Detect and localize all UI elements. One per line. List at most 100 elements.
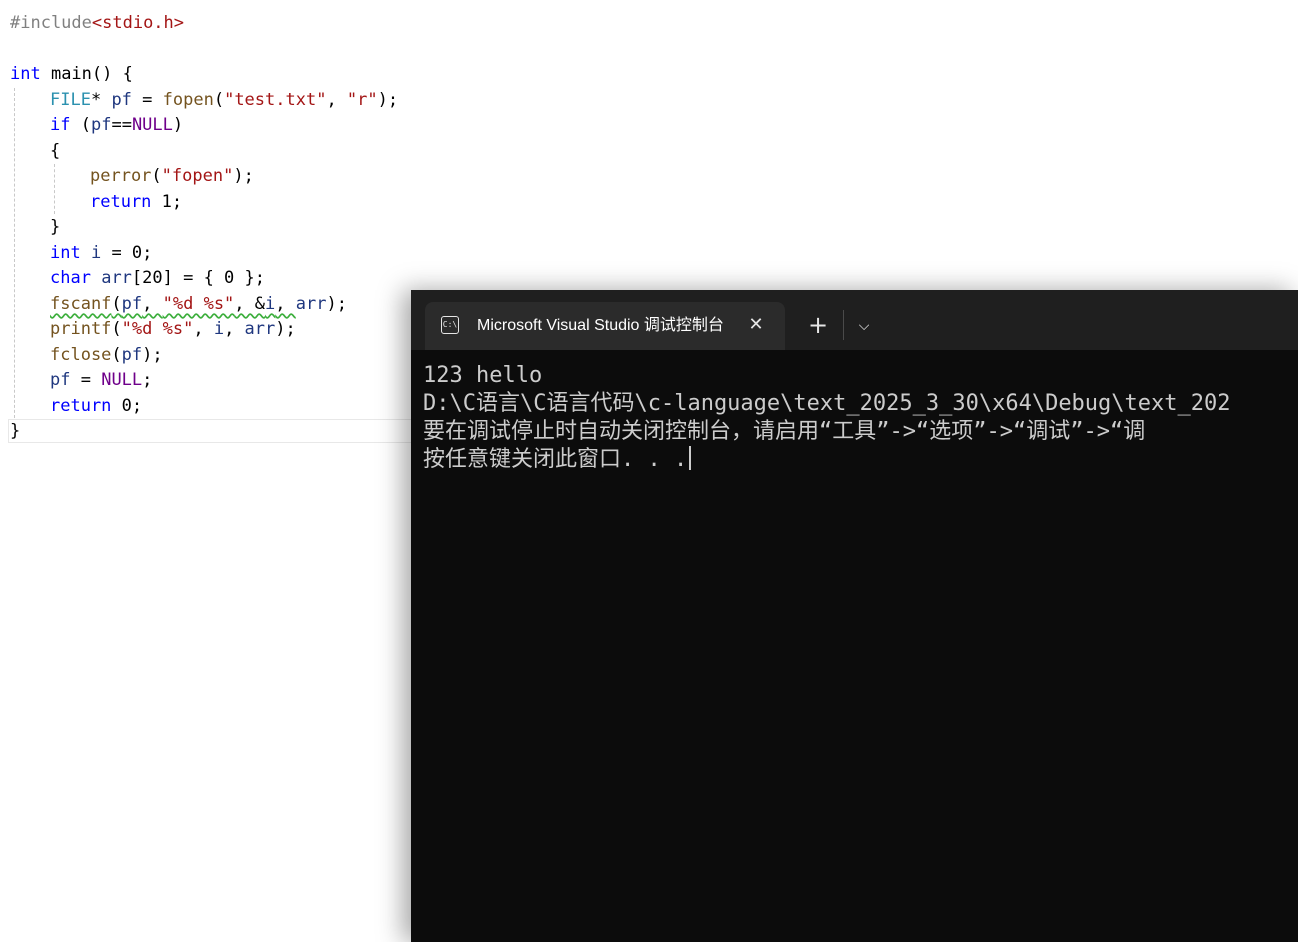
code-line-7[interactable]: perror("fopen"); <box>90 164 254 189</box>
code-token: int <box>50 243 81 263</box>
code-token: arr <box>295 294 327 314</box>
code-token: printf <box>50 319 112 339</box>
code-line-6[interactable]: { <box>50 139 60 164</box>
code-token: ( <box>70 115 91 135</box>
chevron-down-icon[interactable]: ⌵ <box>849 312 879 340</box>
console-line-prompt: 按任意键关闭此窗口. . . <box>423 446 1298 474</box>
code-token: , <box>193 319 214 339</box>
code-token: == <box>111 115 132 135</box>
indent-guide <box>14 88 15 428</box>
code-token: <stdio.h> <box>91 13 185 33</box>
code-token: ( <box>151 166 162 186</box>
code-line-1[interactable]: #include<stdio.h> <box>10 11 184 36</box>
code-token: "r" <box>346 90 378 110</box>
code-token: pf <box>121 294 143 314</box>
terminal-tab[interactable]: C:\ Microsoft Visual Studio 调试控制台 ✕ <box>425 302 785 350</box>
console-line: D:\C语言\C语言代码\c-language\text_2025_3_30\x… <box>423 391 1231 416</box>
code-token: fclose <box>50 345 112 365</box>
code-token: return <box>90 192 152 212</box>
code-line-4[interactable]: FILE* pf = fopen("test.txt", "r"); <box>50 88 398 113</box>
code-token: pf <box>121 345 143 365</box>
code-token: NULL <box>131 115 173 135</box>
code-line-9[interactable]: } <box>50 215 60 240</box>
code-token: "%d %s" <box>162 294 235 314</box>
code-token: } <box>10 421 21 441</box>
terminal-icon: C:\ <box>441 316 459 334</box>
code-token: arr <box>244 319 276 339</box>
code-token: = <box>70 370 102 390</box>
code-token: "test.txt" <box>224 90 327 110</box>
code-token: , <box>326 90 347 110</box>
code-token: * <box>90 90 112 110</box>
code-token: , <box>275 294 296 314</box>
code-line-13[interactable]: printf("%d %s", i, arr); <box>50 317 296 342</box>
code-line-12[interactable]: fscanf(pf, "%d %s", &i, arr); <box>50 292 347 317</box>
code-line-11[interactable]: char arr[20] = { 0 }; <box>50 266 265 291</box>
code-line-15[interactable]: pf = NULL; <box>50 368 152 393</box>
code-token: ( <box>213 90 225 110</box>
code-token: = 0; <box>101 243 153 263</box>
code-token: main() { <box>40 64 133 84</box>
terminal-tab-bar: C:\ Microsoft Visual Studio 调试控制台 ✕ + ⌵ <box>411 290 1298 350</box>
code-line-5[interactable]: if (pf==NULL) <box>50 113 183 138</box>
code-token: ); <box>377 90 399 110</box>
code-token: ) <box>172 115 184 135</box>
code-token: ); <box>233 166 254 186</box>
console-line: 123 hello <box>423 363 543 388</box>
close-icon[interactable]: ✕ <box>743 312 769 338</box>
code-token: i <box>213 319 225 339</box>
code-token: i <box>90 243 102 263</box>
code-token: if <box>50 115 71 135</box>
code-token: = <box>131 90 163 110</box>
debug-console-window[interactable]: C:\ Microsoft Visual Studio 调试控制台 ✕ + ⌵ … <box>411 290 1298 942</box>
code-token: #include <box>10 13 92 33</box>
code-token: } <box>50 217 61 237</box>
code-token: [20] = { 0 }; <box>131 268 265 288</box>
code-token: , <box>224 319 245 339</box>
code-token: ); <box>142 345 163 365</box>
console-prompt-text: 按任意键关闭此窗口. . . <box>423 447 688 472</box>
code-line-10[interactable]: int i = 0; <box>50 241 152 266</box>
code-token: FILE <box>50 90 91 110</box>
code-token: fopen <box>162 90 214 110</box>
code-line-8[interactable]: return 1; <box>90 190 182 215</box>
code-token: { <box>50 141 61 161</box>
code-token: "fopen" <box>161 166 234 186</box>
code-token: ( <box>111 319 122 339</box>
current-line-highlight <box>8 419 418 443</box>
new-tab-button[interactable]: + <box>803 310 833 340</box>
code-token: pf <box>111 90 132 110</box>
console-line: 要在调试停止时自动关闭控制台，请启用“工具”->“选项”->“调试”->“调 <box>423 419 1146 444</box>
code-token: ; <box>142 370 153 390</box>
code-token: 0; <box>111 396 143 416</box>
console-output[interactable]: 123 hello D:\C语言\C语言代码\c-language\text_2… <box>423 362 1298 474</box>
code-token: , <box>142 294 163 314</box>
code-token: pf <box>90 115 112 135</box>
code-line-16[interactable]: return 0; <box>50 394 142 419</box>
code-token: perror <box>90 166 152 186</box>
code-token: fscanf <box>50 294 112 314</box>
code-token: "%d %s" <box>121 319 194 339</box>
tab-separator <box>843 310 844 340</box>
code-line-17[interactable]: } <box>10 419 20 444</box>
code-token: ( <box>111 345 122 365</box>
code-token: ); <box>326 294 347 314</box>
code-token: pf <box>50 370 71 390</box>
code-token: NULL <box>101 370 143 390</box>
indent-guide <box>54 164 55 214</box>
code-token: 1; <box>151 192 183 212</box>
code-token: arr <box>101 268 132 288</box>
code-token: ); <box>275 319 296 339</box>
code-line-3[interactable]: int main() { <box>10 62 133 87</box>
text-cursor <box>689 446 692 470</box>
code-token: return <box>50 396 112 416</box>
code-line-14[interactable]: fclose(pf); <box>50 343 163 368</box>
code-token: , & <box>234 294 266 314</box>
code-token: char <box>50 268 91 288</box>
terminal-tab-title: Microsoft Visual Studio 调试控制台 <box>477 317 724 334</box>
code-token: ( <box>111 294 122 314</box>
code-token: int <box>10 64 41 84</box>
code-token: i <box>265 294 276 314</box>
